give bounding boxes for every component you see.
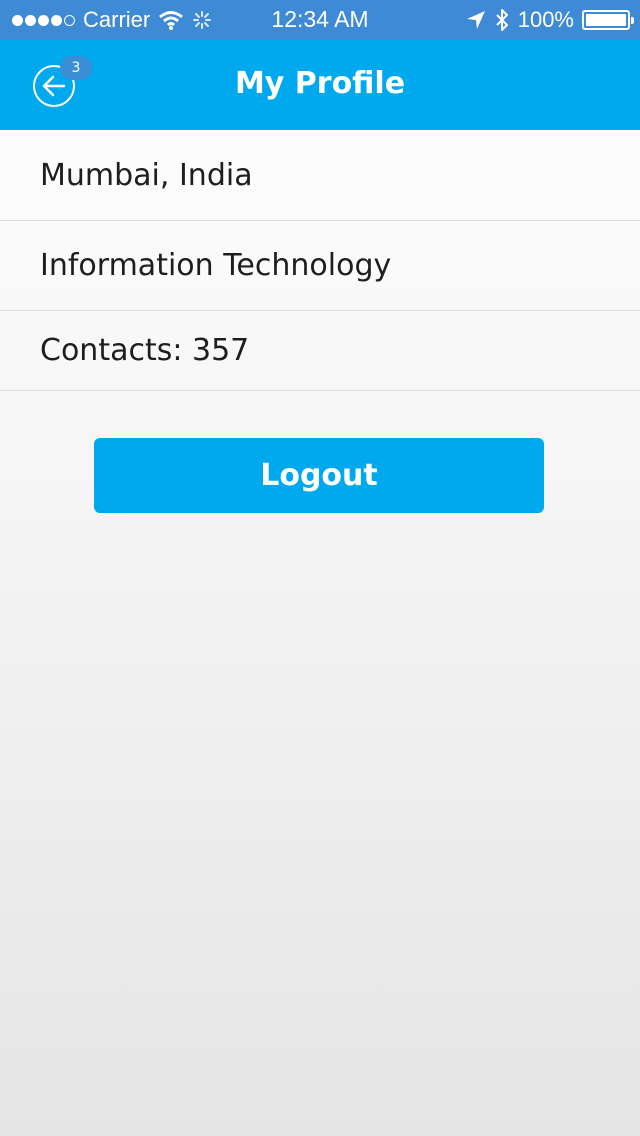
battery-fill (586, 14, 626, 26)
logout-button[interactable]: Logout (94, 438, 544, 513)
nav-bar: 3 My Profile (0, 40, 640, 130)
profile-industry: Information Technology (0, 221, 640, 311)
status-right: 100% (466, 7, 634, 33)
profile-location: Mumbai, India (0, 130, 640, 221)
location-arrow-icon (466, 11, 485, 29)
bluetooth-icon (496, 9, 508, 31)
profile-contacts: Contacts: 357 (0, 311, 640, 391)
page-title: My Profile (234, 66, 406, 101)
battery-icon (582, 10, 634, 30)
battery-percent: 100% (517, 7, 574, 32)
profile-list: Mumbai, India Information Technology Con… (0, 130, 640, 391)
status-bar: Carrier 12:34 AM 100% (0, 0, 640, 40)
